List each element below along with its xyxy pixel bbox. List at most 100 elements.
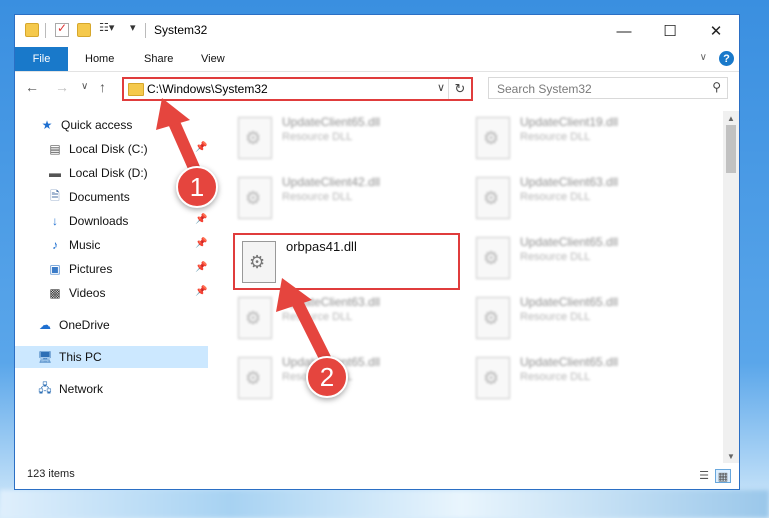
properties-icon[interactable] xyxy=(55,21,69,37)
details-view-icon[interactable]: ☰ xyxy=(697,469,711,482)
cloud-icon: ☁ xyxy=(39,318,51,332)
file-item[interactable]: UpdateClient63.dll Resource DLL xyxy=(220,291,450,349)
file-type: Resource DLL xyxy=(282,311,353,323)
dll-file-icon xyxy=(476,237,510,279)
highlight-box xyxy=(233,233,460,290)
dll-file-icon xyxy=(238,117,272,159)
forward-button[interactable]: → xyxy=(55,79,69,95)
status-bar: 123 items ☰ ▦ xyxy=(15,461,739,489)
sidebar-item-music[interactable]: ♪ Music xyxy=(47,234,100,256)
sidebar-item-local-disk-d[interactable]: ▬ Local Disk (D:) xyxy=(47,162,148,184)
file-name: UpdateClient65.dll xyxy=(520,235,619,249)
scrollbar-thumb[interactable] xyxy=(726,125,736,173)
tiles-view-icon[interactable]: ▦ xyxy=(715,469,731,483)
vertical-scrollbar[interactable]: ▲ ▼ xyxy=(723,111,739,463)
music-icon: ♪ xyxy=(52,238,58,252)
scroll-up-icon[interactable]: ▲ xyxy=(723,111,739,125)
sidebar-item-videos[interactable]: ▩ Videos xyxy=(47,282,105,304)
search-icon[interactable]: ⚲ xyxy=(712,80,721,94)
folder-icon xyxy=(25,23,39,37)
tab-share[interactable]: Share xyxy=(144,47,173,71)
drive-icon: ▬ xyxy=(49,166,61,180)
search-box[interactable]: ⚲ xyxy=(488,77,728,99)
new-folder-icon[interactable] xyxy=(77,23,91,37)
toolbar-divider xyxy=(145,23,146,38)
tab-file[interactable]: File xyxy=(15,47,68,71)
ribbon: File Home Share View ∨ ? xyxy=(15,47,739,72)
sidebar-item-network[interactable]: 🖧 Network xyxy=(37,378,103,400)
sidebar-item-label: Network xyxy=(59,382,104,396)
file-type: Resource DLL xyxy=(282,191,353,203)
pin-icon: 📌 xyxy=(195,238,208,249)
sidebar-item-this-pc[interactable]: 🖥 This PC xyxy=(37,346,102,368)
dll-file-icon xyxy=(476,117,510,159)
item-count: 123 items xyxy=(27,468,75,480)
pin-icon: 📌 xyxy=(195,142,208,153)
step-badge-1: 1 xyxy=(176,166,218,208)
sidebar-item-label: Downloads xyxy=(69,214,129,228)
sidebar-item-label: OneDrive xyxy=(59,318,110,332)
file-item[interactable]: UpdateClient65.dll Resource DLL xyxy=(458,231,688,289)
dll-file-icon xyxy=(238,297,272,339)
refresh-button[interactable]: ↻ xyxy=(448,79,471,99)
videos-icon: ▩ xyxy=(49,286,61,300)
sidebar-item-label: Local Disk (D:) xyxy=(69,166,148,180)
back-button[interactable]: ← xyxy=(25,79,39,95)
file-name: UpdateClient65.dll xyxy=(520,295,619,309)
sidebar-item-local-disk-c[interactable]: ▤ Local Disk (C:) xyxy=(47,138,148,160)
recent-locations-button[interactable]: ∨ xyxy=(81,81,88,92)
address-path[interactable]: C:\Windows\System32 xyxy=(147,82,268,96)
pin-icon: 📌 xyxy=(195,262,208,273)
folder-icon xyxy=(128,83,144,96)
sidebar-item-pictures[interactable]: ▣ Pictures xyxy=(47,258,112,280)
file-name: UpdateClient63.dll xyxy=(520,175,619,189)
customize-toolbar-icon[interactable]: ▾ xyxy=(130,21,136,34)
tab-home[interactable]: Home xyxy=(85,47,114,71)
file-item[interactable]: UpdateClient19.dll Resource DLL xyxy=(458,111,688,169)
sidebar-item-label: Local Disk (C:) xyxy=(69,142,148,156)
network-icon: 🖧 xyxy=(38,380,52,395)
file-item[interactable]: UpdateClient65.dll Resource DLL xyxy=(458,291,688,349)
sidebar-item-downloads[interactable]: ↓ Downloads xyxy=(47,210,128,232)
title-bar: ☷▾ ▾ System32 — ☐ ✕ xyxy=(15,15,739,47)
desktop-background xyxy=(0,490,769,518)
pin-icon: 📌 xyxy=(195,214,208,225)
tab-view[interactable]: View xyxy=(201,47,225,71)
file-type: Resource DLL xyxy=(520,251,591,263)
file-name: UpdateClient65.dll xyxy=(520,355,619,369)
address-bar[interactable]: C:\Windows\System32 ∨ ↻ xyxy=(122,77,473,101)
address-row: ← → ∨ ↑ C:\Windows\System32 ∨ ↻ ⚲ xyxy=(15,71,739,105)
drive-icon: ▤ xyxy=(49,142,61,156)
file-type: Resource DLL xyxy=(282,131,353,143)
file-type: Resource DLL xyxy=(520,191,591,203)
dll-file-icon xyxy=(476,297,510,339)
step-badge-2: 2 xyxy=(306,356,348,398)
star-icon: ★ xyxy=(41,118,53,132)
search-input[interactable] xyxy=(495,81,699,97)
close-button[interactable]: ✕ xyxy=(693,15,739,47)
chevron-down-icon[interactable]: ∨ xyxy=(700,52,707,63)
file-item[interactable]: UpdateClient65.dll Resource DLL xyxy=(220,111,450,169)
sidebar-item-documents[interactable]: 🗎 Documents xyxy=(47,186,130,208)
maximize-button[interactable]: ☐ xyxy=(647,15,693,47)
chevron-down-icon[interactable]: ∨ xyxy=(437,81,445,94)
file-name: UpdateClient42.dll xyxy=(282,175,381,189)
sidebar-item-label: Quick access xyxy=(61,118,133,132)
pin-icon: 📌 xyxy=(195,286,208,297)
sidebar-item-quick-access[interactable]: ★ Quick access xyxy=(39,114,133,136)
navigation-pane: ★ Quick access ▤ Local Disk (C:) 📌 ▬ Loc… xyxy=(15,111,208,463)
minimize-button[interactable]: — xyxy=(601,15,647,47)
help-button[interactable]: ? xyxy=(719,51,734,66)
sidebar-item-label: Videos xyxy=(69,286,106,300)
file-item[interactable]: UpdateClient63.dll Resource DLL xyxy=(458,171,688,229)
sidebar-item-label: Music xyxy=(69,238,101,252)
sidebar-item-onedrive[interactable]: ☁ OneDrive xyxy=(37,314,110,336)
up-button[interactable]: ↑ xyxy=(99,79,106,95)
sidebar-item-label: Documents xyxy=(69,190,130,204)
sidebar-item-label: This PC xyxy=(59,350,102,364)
file-name: UpdateClient63.dll xyxy=(282,295,381,309)
file-type: Resource DLL xyxy=(520,371,591,383)
file-item[interactable]: UpdateClient42.dll Resource DLL xyxy=(220,171,450,229)
quick-access-toolbar-icon[interactable]: ☷▾ xyxy=(99,21,114,34)
file-item[interactable]: UpdateClient65.dll Resource DLL xyxy=(458,351,688,409)
